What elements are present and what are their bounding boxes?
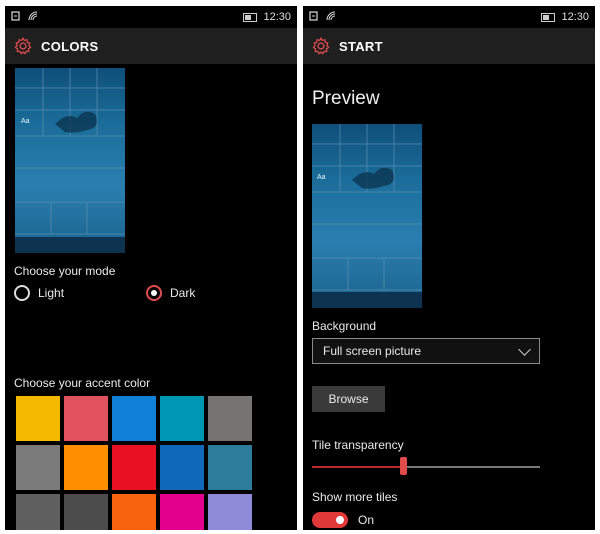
background-label: Background [312, 319, 377, 333]
mode-dark-radio[interactable]: Dark [146, 285, 195, 301]
gear-icon [312, 37, 330, 55]
more-tiles-label: Show more tiles [312, 490, 398, 504]
accent-swatch[interactable] [208, 396, 252, 441]
toggle-knob [336, 516, 344, 524]
page-title: COLORS [41, 38, 99, 54]
accent-swatch[interactable] [16, 396, 60, 441]
lockscreen-preview: Aa [15, 68, 125, 253]
radio-label: Dark [170, 286, 196, 300]
background-dropdown[interactable]: Full screen picture [312, 338, 540, 364]
signal-icon [326, 11, 336, 21]
preview-title: Preview [312, 88, 380, 109]
accent-swatch[interactable] [112, 396, 156, 441]
transparency-slider-thumb[interactable] [400, 457, 408, 475]
accent-swatch[interactable] [160, 494, 204, 530]
status-bar: 12:30 [5, 6, 297, 28]
more-tiles-toggle[interactable] [312, 512, 348, 528]
battery-icon [243, 12, 258, 22]
transparency-slider-fill [312, 466, 404, 468]
page-title: START [339, 38, 383, 54]
mode-light-radio[interactable]: Light [14, 285, 64, 301]
accent-swatch[interactable] [112, 494, 156, 530]
radio-selected-icon [146, 285, 162, 301]
colors-screen: 12:30 COLORS Aa Choose your mode Light D… [5, 6, 297, 530]
accent-swatch[interactable] [208, 494, 252, 530]
accent-swatch[interactable] [64, 445, 108, 490]
chevron-down-icon [518, 342, 531, 356]
accent-swatch[interactable] [16, 494, 60, 530]
page-header: START [303, 28, 595, 64]
phone-icon [11, 11, 20, 21]
tile-grid [312, 124, 422, 291]
accent-swatch[interactable] [112, 445, 156, 490]
status-time: 12:30 [263, 11, 291, 23]
preview-aa-label: Aa [317, 174, 326, 181]
status-bar: 12:30 [303, 6, 595, 28]
browse-button-label: Browse [328, 392, 369, 406]
more-tiles-state: On [358, 513, 375, 527]
battery-icon [541, 12, 556, 22]
preview-aa-label: Aa [21, 118, 30, 125]
signal-icon [28, 11, 38, 21]
page-header: COLORS [5, 28, 297, 64]
accent-swatch[interactable] [64, 494, 108, 530]
gear-icon [14, 37, 32, 55]
radio-label: Light [38, 286, 65, 300]
start-preview: Aa [312, 124, 422, 308]
status-time: 12:30 [561, 11, 589, 23]
accent-swatch[interactable] [16, 445, 60, 490]
accent-swatch[interactable] [160, 445, 204, 490]
tile-grid [15, 68, 125, 235]
accent-swatch[interactable] [64, 396, 108, 441]
background-dropdown-value: Full screen picture [323, 344, 422, 358]
accent-swatch[interactable] [160, 396, 204, 441]
phone-icon [309, 11, 318, 21]
accent-swatch[interactable] [208, 445, 252, 490]
radio-unselected-icon [14, 285, 30, 301]
browse-button[interactable]: Browse [312, 386, 385, 412]
transparency-label: Tile transparency [312, 438, 404, 452]
accent-label: Choose your accent color [14, 376, 151, 390]
start-screen: 12:30 START Preview Aa Background Full s… [303, 6, 595, 530]
accent-swatch-grid [16, 396, 252, 530]
mode-label: Choose your mode [14, 264, 116, 278]
